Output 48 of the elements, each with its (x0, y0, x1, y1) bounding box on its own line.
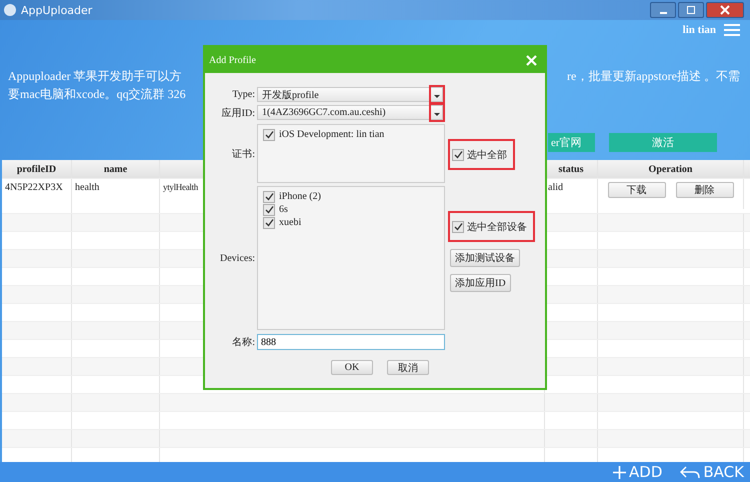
field-label: 名称: (231, 336, 256, 349)
type-dropdown[interactable]: 开发版profile (257, 87, 431, 102)
add-button[interactable]: 添加应用ID (450, 274, 511, 292)
field-label: Type: (231, 89, 256, 100)
checkbox-label: 6s (279, 204, 288, 215)
add-button[interactable]: 添加测试设备 (450, 249, 520, 267)
row-action-button[interactable]: 删除 (676, 182, 734, 198)
caret-icon[interactable] (431, 87, 443, 102)
checkbox-label: 选中全部设备 (467, 220, 527, 234)
checkbox-label: iPhone (2) (279, 191, 321, 202)
description-text: 要mac电脑和xcode。qq交流群 326 (8, 86, 186, 103)
table-cell: health (72, 179, 160, 213)
window-title: AppUploader (21, 4, 92, 16)
field-label: 证书: (231, 148, 256, 162)
close-button[interactable] (706, 2, 744, 18)
caret-icon[interactable] (431, 105, 443, 120)
minimize-icon (660, 12, 666, 14)
maximize-icon (686, 5, 696, 15)
checkbox[interactable] (263, 204, 275, 216)
description-text: Appuploader 苹果开发助手可以方 (8, 68, 182, 85)
row-action-button[interactable]: 下载 (608, 182, 666, 198)
column-header: name (72, 160, 160, 178)
select-all-checkbox[interactable] (452, 220, 464, 232)
ok-button[interactable]: OK (331, 360, 373, 375)
checkbox[interactable] (263, 190, 275, 202)
select-all-checkbox[interactable] (452, 148, 464, 160)
description-text: re，批量更新appstore描述 。不需 (567, 68, 740, 85)
app-id-dropdown[interactable]: 1(4AZ3696GC7.com.au.ceshi) (257, 105, 431, 120)
column-header: profileID (2, 160, 72, 178)
checkbox-label: iOS Development: lin tian (279, 129, 384, 140)
checkbox[interactable] (263, 128, 275, 140)
table-cell: 4N5P22XP3X (2, 179, 72, 213)
column-header: Operation (598, 160, 744, 178)
close-icon[interactable] (526, 54, 537, 66)
field-label: Devices: (219, 252, 256, 266)
close-icon (720, 5, 730, 15)
dialog-title: Add Profile (209, 54, 256, 66)
plus-icon (613, 466, 626, 478)
back-arrow-icon (680, 466, 700, 478)
field-label: 应用ID: (220, 106, 256, 120)
name-input[interactable]: 888 (257, 334, 445, 350)
checkbox-label: xuebi (279, 217, 302, 228)
maximize-button[interactable] (678, 2, 704, 18)
checkbox-label: 选中全部 (467, 148, 507, 162)
app-logo-icon (4, 4, 16, 16)
cancel-button[interactable]: 取消 (387, 360, 429, 375)
checkbox[interactable] (263, 216, 275, 228)
minimize-button[interactable] (650, 2, 676, 18)
